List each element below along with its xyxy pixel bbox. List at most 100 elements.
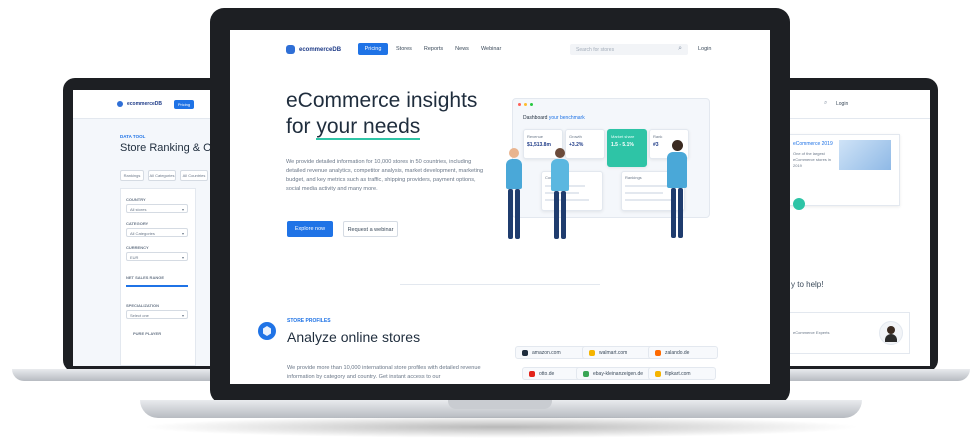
right-login-link[interactable]: Login: [836, 101, 848, 107]
filter-country-value: All stores: [130, 207, 147, 212]
window-dot-red: [518, 103, 521, 106]
right-contact-text: eCommerce Experts: [793, 330, 830, 335]
store-pill-walmart[interactable]: walmart.com: [582, 346, 656, 359]
avatar: [879, 321, 903, 345]
metric-label: Rank: [653, 134, 663, 139]
store-name: otto.de: [539, 370, 555, 377]
nav-stores[interactable]: Stores: [396, 46, 412, 52]
store-pill-amazon[interactable]: amazon.com: [515, 346, 589, 359]
login-link[interactable]: Login: [698, 46, 711, 52]
flipkart-icon: [655, 370, 661, 377]
amazon-icon: [522, 349, 528, 356]
chevron-down-icon: ▾: [181, 231, 184, 236]
store-pill-flipkart[interactable]: flipkart.com: [648, 367, 716, 380]
store-name: flipkart.com: [665, 370, 691, 377]
center-logo[interactable]: ecommerceDB: [286, 45, 341, 54]
filter-specialization-label: SPECIALIZATION: [126, 303, 160, 308]
nav-reports[interactable]: Reports: [424, 46, 443, 52]
chevron-down-icon: ▾: [181, 207, 184, 212]
left-tab-row: Rankings All Categories All Countries: [120, 170, 208, 181]
filter-category-value: All Categories: [130, 231, 155, 236]
filter-specialization-select[interactable]: Select one ▾: [126, 310, 188, 319]
person-man-middle-illustration: [548, 148, 572, 243]
chevron-down-icon: ▾: [181, 313, 184, 318]
hero-title-line1: eCommerce insights: [286, 89, 478, 112]
left-laptop-screen: ecommerceDB Pricing DATA TOOL Store Rank…: [73, 90, 225, 366]
metric-label: Revenue: [527, 134, 544, 139]
filter-currency-label: CURRENCY: [126, 245, 149, 250]
request-webinar-button[interactable]: Request a webinar: [343, 221, 398, 237]
store-pill-zalando[interactable]: zalando.de: [648, 346, 718, 359]
hero-title-highlight: your needs: [316, 115, 421, 140]
store-name: amazon.com: [532, 349, 561, 356]
window-dot-yellow: [524, 103, 527, 106]
search-icon[interactable]: ⌕: [824, 100, 827, 107]
store-profiles-paragraph: We provide more than 10,000 internationa…: [287, 365, 481, 380]
right-contact-card: eCommerce Experts: [788, 312, 910, 354]
dashboard-heading-highlight: your benchmark: [548, 115, 585, 121]
left-logo-text: ecommerceDB: [127, 101, 163, 107]
left-tab-categories[interactable]: All Categories: [148, 170, 176, 181]
filter-currency-select[interactable]: EUR ▾: [126, 252, 188, 261]
window-dot-green: [530, 103, 533, 106]
right-news-card[interactable]: eCommerce 2019 One of the largest eComme…: [788, 134, 900, 206]
search-placeholder: Search for stores: [576, 47, 615, 53]
placeholder-line: [625, 192, 663, 194]
center-header: ecommerceDB Pricing Stores Reports News …: [230, 30, 770, 72]
person-man-right-illustration: [664, 140, 690, 242]
left-eyebrow: DATA TOOL: [120, 134, 146, 139]
filter-specialization-value: Select one: [130, 313, 149, 318]
rankings-panel-title: Rankings: [625, 175, 642, 180]
center-logo-text: ecommerceDB: [299, 46, 342, 53]
search-icon[interactable]: ⌕: [678, 45, 682, 53]
right-laptop-screen: ⌕ Login eCommerce 2019 One of the larges…: [776, 90, 930, 366]
filter-sales-slider[interactable]: [126, 285, 188, 287]
right-news-text: One of the largest eCommerce stores in 2…: [793, 151, 832, 168]
center-laptop-screen: ecommerceDB Pricing Stores Reports News …: [230, 30, 770, 384]
dashboard-heading-prefix: Dashboard: [523, 115, 548, 121]
metric-card-market-share: Market share 1.5 - 5.1%: [607, 129, 647, 167]
logo-mark-icon: [117, 101, 123, 107]
section-divider: [400, 284, 600, 285]
store-name: walmart.com: [599, 349, 628, 356]
left-laptop-base: [12, 369, 236, 381]
zalando-icon: [655, 349, 661, 356]
right-green-badge: [793, 198, 805, 210]
filter-category-label: CATEGORY: [126, 221, 149, 226]
left-pricing-button[interactable]: Pricing: [174, 100, 194, 109]
metric-value: 1.5 - 5.1%: [611, 142, 634, 148]
left-header: ecommerceDB Pricing: [73, 90, 225, 119]
left-tab-rankings[interactable]: Rankings: [120, 170, 144, 181]
person-woman-illustration: [502, 148, 526, 243]
main-nav: Stores Reports News Webinar: [396, 46, 501, 52]
filter-sales-label: NET SALES RANGE: [126, 275, 165, 280]
hero-title-line2: for your needs: [286, 114, 477, 140]
pricing-button[interactable]: Pricing: [358, 43, 388, 55]
filter-country-label: COUNTRY: [126, 197, 146, 202]
nav-news[interactable]: News: [455, 46, 469, 52]
left-tab-countries[interactable]: All Countries: [180, 170, 208, 181]
center-laptop-notch: [448, 400, 552, 409]
right-laptop-base: [765, 369, 970, 381]
left-filter-panel: COUNTRY All stores ▾ CATEGORY All Catego…: [120, 188, 196, 366]
right-header: ⌕ Login: [776, 90, 930, 119]
nav-webinar[interactable]: Webinar: [481, 46, 501, 52]
center-laptop-shadow: [140, 416, 862, 438]
search-input[interactable]: Search for stores ⌕: [570, 44, 688, 55]
hero-title-prefix: for: [286, 115, 317, 138]
filter-currency-value: EUR: [130, 255, 139, 260]
filter-category-select[interactable]: All Categories ▾: [126, 228, 188, 237]
store-pill-ebay-kleinanzeigen[interactable]: ebay-kleinanzeigen.de: [576, 367, 656, 380]
filter-country-select[interactable]: All stores ▾: [126, 204, 188, 213]
explore-now-button[interactable]: Explore now: [287, 221, 333, 237]
otto-icon: [529, 370, 535, 377]
store-profiles-icon: [258, 322, 276, 340]
window-dots: [518, 103, 533, 106]
filter-pure-player-label: PURE PLAYER: [133, 331, 162, 336]
right-news-title: eCommerce 2019: [793, 141, 833, 147]
store-name: ebay-kleinanzeigen.de: [593, 370, 644, 377]
store-name: zalando.de: [665, 349, 690, 356]
left-logo[interactable]: ecommerceDB: [117, 101, 162, 107]
metric-label: Growth: [569, 134, 582, 139]
hero-title: eCommerce insights for your needs: [286, 88, 477, 140]
